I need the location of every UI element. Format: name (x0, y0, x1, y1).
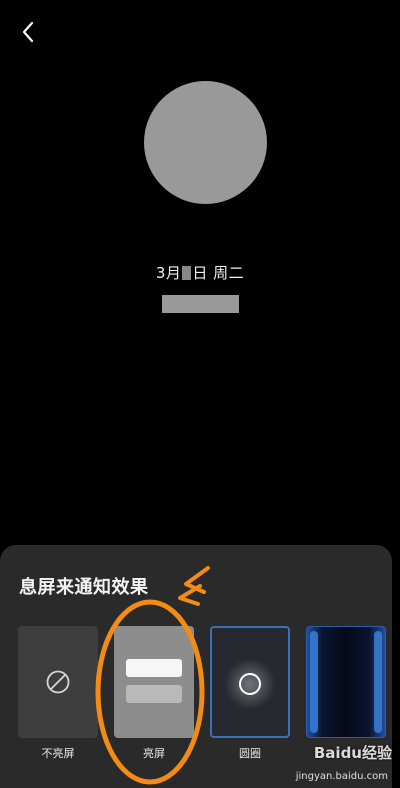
notification-bar-icon (126, 659, 182, 677)
chevron-left-icon (22, 21, 34, 43)
date-weekday: 日 周二 (192, 264, 245, 282)
ring-icon (239, 673, 261, 695)
date-month: 3月 (155, 264, 182, 282)
edge-glow-icon (310, 631, 318, 733)
back-button[interactable] (14, 16, 44, 48)
date-text: 3月日 周二 (0, 263, 400, 283)
edge-glow-icon (374, 631, 382, 733)
aod-preview-circle (144, 81, 267, 204)
option-wake-screen[interactable] (114, 626, 194, 738)
option-no-wake-label: 不亮屏 (41, 747, 75, 760)
option-ring-label: 圆圈 (239, 747, 261, 760)
option-wake-screen-label: 亮屏 (143, 747, 165, 760)
redacted-day (182, 266, 192, 280)
redacted-time-bar (162, 295, 239, 313)
prohibited-icon (46, 670, 70, 694)
sheet-title: 息屏来通知效果 (19, 577, 149, 598)
option-ring[interactable] (210, 626, 290, 738)
option-no-wake[interactable] (18, 626, 98, 738)
option-edge-light[interactable] (306, 626, 386, 738)
notification-bar-icon (126, 685, 182, 703)
